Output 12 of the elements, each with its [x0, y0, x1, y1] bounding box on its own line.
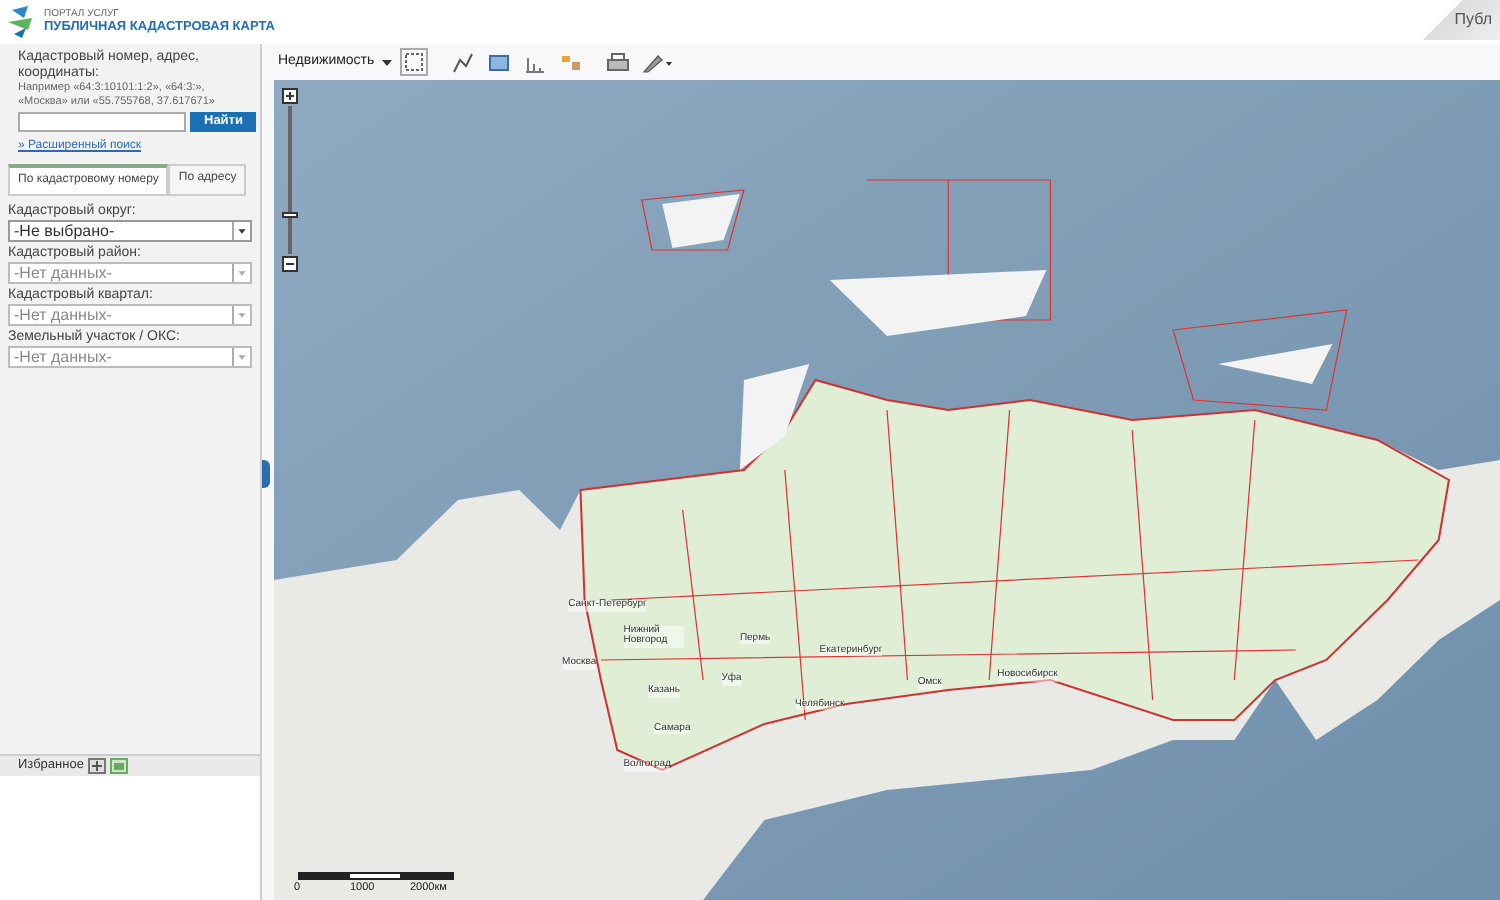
caret-icon[interactable]	[382, 57, 393, 67]
portal-logo-icon	[8, 6, 36, 38]
measure-icon[interactable]	[448, 48, 477, 76]
dropdown-field[interactable]: -Не выбрано-	[8, 220, 252, 243]
search-field[interactable]	[18, 112, 186, 133]
print-icon[interactable]	[604, 48, 633, 76]
zoom-in-button[interactable]	[282, 88, 298, 104]
zoom-out-button[interactable]	[282, 256, 298, 272]
collapse-handle[interactable]	[262, 460, 270, 488]
select-area-icon[interactable]	[400, 48, 429, 76]
caret-icon[interactable]	[232, 222, 250, 241]
add-icon[interactable]	[87, 758, 106, 774]
